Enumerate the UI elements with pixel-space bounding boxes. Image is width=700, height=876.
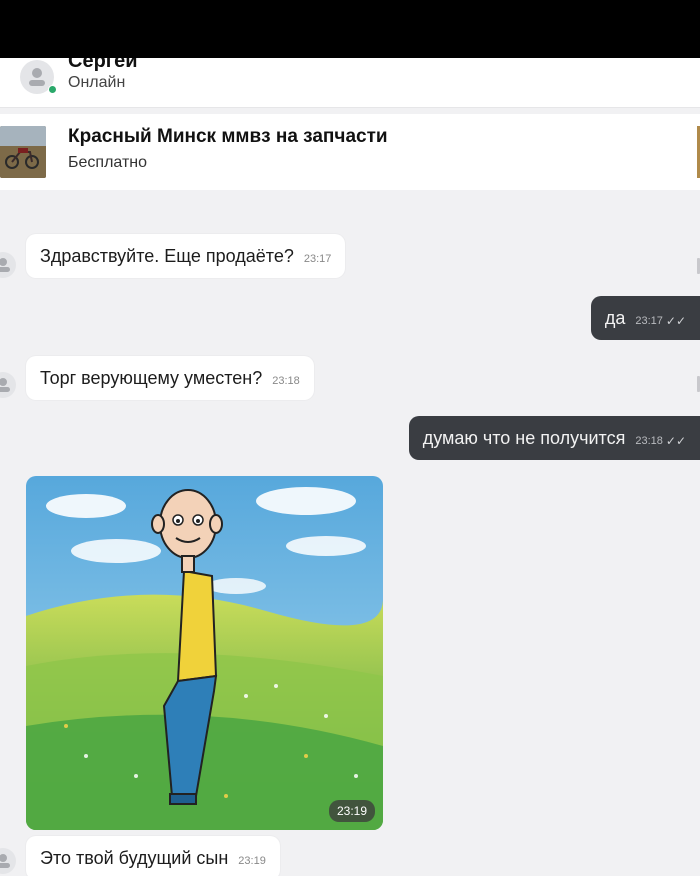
message-text: думаю что не получится	[422, 427, 626, 448]
message-text: Здравствуйте. Еще продаёте?	[40, 245, 294, 266]
user-placeholder-icon	[0, 258, 10, 272]
chat-screen: Сергей Онлайн Красный Минск ммвз на запч…	[0, 58, 700, 876]
message-outgoing[interactable]: думаю что не получится 23:18 ✓✓	[408, 416, 700, 460]
listing-title: Красный Минск ммвз на запчасти	[68, 126, 388, 147]
listing-thumbnail[interactable]	[0, 126, 46, 178]
contact-status: Онлайн	[68, 74, 126, 91]
motorcycle-photo	[0, 126, 46, 178]
message-text: Это твой будущий сын	[40, 847, 229, 868]
message-time: 23:19	[238, 855, 266, 867]
image-time: 23:19	[328, 800, 375, 822]
message-time: 23:17	[635, 315, 663, 327]
sender-avatar[interactable]	[0, 252, 16, 278]
listing-card[interactable]: Красный Минск ммвз на запчасти Бесплатно	[0, 114, 700, 190]
contact-name: Сергей	[68, 58, 138, 72]
sender-avatar[interactable]	[0, 372, 16, 398]
message-text: Торг верующему уместен?	[40, 367, 263, 388]
message-time: 23:18	[272, 375, 300, 387]
chat-header[interactable]: Сергей Онлайн	[0, 58, 700, 108]
message-incoming[interactable]: Торг верующему уместен? 23:18	[26, 356, 314, 400]
message-image[interactable]: 23:19	[26, 476, 383, 830]
listing-price: Бесплатно	[68, 154, 148, 171]
message-text: да	[604, 307, 626, 328]
sender-avatar[interactable]	[0, 848, 16, 874]
read-checkmarks-icon: ✓✓	[665, 434, 686, 448]
message-incoming[interactable]: Это твой будущий сын 23:19	[26, 836, 280, 876]
user-placeholder-icon	[0, 854, 10, 868]
read-checkmarks-icon: ✓✓	[665, 314, 686, 328]
cartoon-boy-meadow-image	[26, 476, 383, 830]
message-outgoing[interactable]: да 23:17 ✓✓	[590, 296, 700, 340]
message-time: 23:17	[303, 253, 332, 265]
online-indicator	[48, 85, 57, 94]
message-time: 23:18	[635, 435, 663, 447]
message-incoming[interactable]: Здравствуйте. Еще продаёте? 23:17	[26, 234, 346, 278]
user-placeholder-icon	[0, 378, 10, 392]
